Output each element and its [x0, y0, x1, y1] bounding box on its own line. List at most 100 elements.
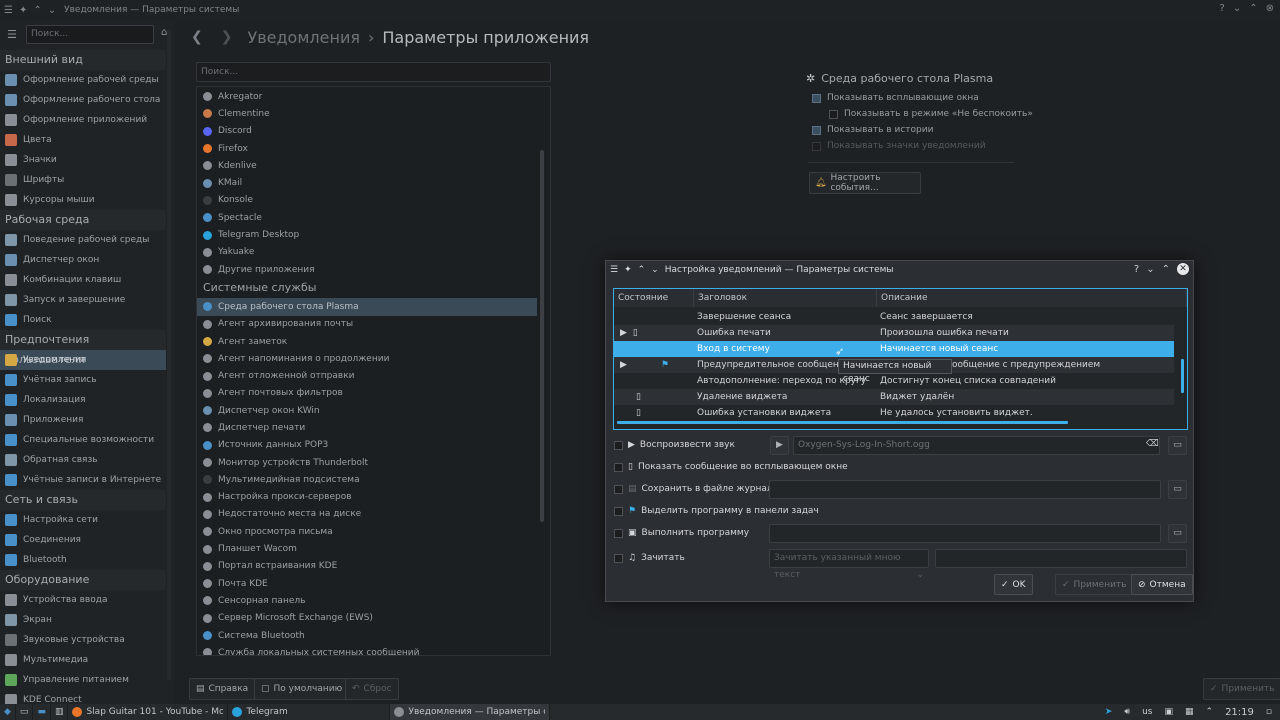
col-title[interactable]: Заголовок: [694, 289, 877, 307]
table-row[interactable]: Завершение сеанса Сеанс завершается: [614, 309, 1174, 325]
hamburger-menu-icon[interactable]: ☰: [7, 28, 17, 41]
col-description[interactable]: Описание: [877, 289, 1187, 307]
log-file-option[interactable]: ▤ Сохранить в файле журнала: [614, 479, 778, 499]
table-vscroll[interactable]: [1181, 359, 1184, 393]
sidebar-item[interactable]: Комбинации клавиш: [0, 270, 166, 290]
volume-tray-icon[interactable]: 🔊︎: [1124, 707, 1130, 717]
app-list-item[interactable]: Источник данных POP3: [197, 437, 537, 454]
sidebar-item[interactable]: Диспетчер окон: [0, 250, 166, 270]
app-list-item[interactable]: Агент напоминания о продолжении: [197, 350, 537, 367]
sidebar-item[interactable]: Специальные возможности: [0, 430, 166, 450]
app-list-item[interactable]: Сенсорная панель: [197, 592, 537, 609]
app-list-item[interactable]: Планшет Wacom: [197, 540, 537, 557]
app-list-item[interactable]: Настройка прокси-серверов: [197, 489, 537, 506]
sidebar-search-input[interactable]: Поиск...: [26, 25, 154, 44]
breadcrumb-notifications[interactable]: Уведомления: [247, 28, 360, 47]
sidebar-item[interactable]: Соединения: [0, 530, 166, 550]
ok-button[interactable]: ✓ OK: [994, 574, 1033, 595]
taskbar-task[interactable]: Уведомления — Параметры си...: [390, 704, 551, 720]
log-file-box[interactable]: [614, 484, 623, 494]
maximize-icon[interactable]: ⌃: [1249, 3, 1257, 14]
sound-browse-button[interactable]: ▭: [1168, 436, 1187, 455]
run-browse-button[interactable]: ▭: [1168, 524, 1187, 543]
dialog-pin-icon[interactable]: ✦: [624, 265, 632, 275]
dialog-menu-icon[interactable]: ☰: [610, 265, 618, 275]
app-list-item[interactable]: Монитор устройств Thunderbolt: [197, 454, 537, 471]
show-dnd-checkbox[interactable]: Показывать в режиме «Не беспокоить»: [829, 106, 1036, 122]
app-list-item[interactable]: Система Bluetooth: [197, 627, 537, 644]
app-list-item[interactable]: Диспетчер печати: [197, 419, 537, 436]
show-desktop-icon[interactable]: ▫: [1266, 707, 1272, 717]
table-row[interactable]: Вход в систему Начинается новый сеанс: [614, 341, 1174, 357]
keep-below-icon[interactable]: ⌄: [48, 5, 56, 16]
sidebar-scrollbar[interactable]: [167, 30, 171, 680]
clipboard-tray-icon[interactable]: ▣: [1164, 707, 1173, 717]
speak-option[interactable]: ♫ Зачитать: [614, 548, 685, 568]
sidebar-item[interactable]: Учётная запись: [0, 370, 166, 390]
speak-mode-select[interactable]: Зачитать указанный мною текст ⌄: [769, 549, 929, 580]
configure-events-button[interactable]: 🔔︎ Настроить события...: [809, 172, 921, 194]
app-list-item[interactable]: Akregator: [197, 88, 537, 105]
run-program-box[interactable]: [614, 528, 623, 538]
app-list-item[interactable]: Почта KDE: [197, 575, 537, 592]
app-list-item[interactable]: Discord: [197, 123, 537, 140]
app-menu-icon[interactable]: ☰: [4, 5, 13, 16]
sidebar-item[interactable]: Значки: [0, 150, 166, 170]
app-list-scrollbar[interactable]: [540, 150, 544, 522]
app-list-item[interactable]: KMail: [197, 174, 537, 191]
sidebar-item[interactable]: Оформление приложений: [0, 110, 166, 130]
speak-text-input[interactable]: [935, 549, 1187, 568]
taskbar-task[interactable]: Telegram: [228, 704, 391, 720]
app-list-item[interactable]: Telegram Desktop: [197, 226, 537, 243]
app-list-item[interactable]: Другие приложения: [197, 261, 537, 278]
sidebar-item[interactable]: Цвета: [0, 130, 166, 150]
sidebar-item[interactable]: Экран: [0, 610, 166, 630]
sidebar-item[interactable]: Приложения: [0, 410, 166, 430]
dialog-above-icon[interactable]: ⌃: [638, 265, 646, 275]
app-list-item[interactable]: Портал встраивания KDE: [197, 558, 537, 575]
help-button[interactable]: ▤ Справка: [189, 678, 256, 700]
table-row[interactable]: Автодополнение: переход по кругу Достигну…: [614, 373, 1174, 389]
launcher-icon[interactable]: ◆: [0, 704, 16, 720]
app-list-item[interactable]: Служба локальных системных сообщений: [197, 644, 537, 655]
highlight-taskbar-option[interactable]: ⚑ Выделить программу в панели задач: [614, 501, 819, 521]
show-history-checkbox[interactable]: Показывать в истории: [812, 122, 1036, 138]
desktop-icon[interactable]: ▭: [16, 704, 34, 720]
sidebar-item[interactable]: Оформление рабочего стола: [0, 90, 166, 110]
app-list-item[interactable]: Недостаточно места на диске: [197, 506, 537, 523]
speak-box[interactable]: [614, 553, 623, 563]
play-sound-box[interactable]: [614, 440, 623, 450]
sidebar-item[interactable]: Шрифты: [0, 170, 166, 190]
app-list-item[interactable]: Сервер Microsoft Exchange (EWS): [197, 610, 537, 627]
play-sound-option[interactable]: ▶ Воспроизвести звук: [614, 435, 735, 455]
app-list-item[interactable]: Yakuake: [197, 244, 537, 261]
table-hscroll[interactable]: [617, 421, 1068, 424]
app-list-item[interactable]: Мультимедийная подсистема: [197, 471, 537, 488]
keyboard-layout[interactable]: us: [1142, 707, 1152, 717]
tray-expand-icon[interactable]: ⌃: [1206, 707, 1214, 717]
app-list-item[interactable]: Окно просмотра письма: [197, 523, 537, 540]
app-list-item[interactable]: Spectacle: [197, 209, 537, 226]
sidebar-item[interactable]: Курсоры мыши: [0, 190, 166, 210]
log-browse-button[interactable]: ▭: [1168, 480, 1187, 499]
minimize-icon[interactable]: ⌄: [1233, 3, 1241, 14]
help-icon[interactable]: ?: [1220, 3, 1225, 14]
app-list-item[interactable]: Kdenlive: [197, 157, 537, 174]
network-tray-icon[interactable]: ▦: [1185, 707, 1194, 717]
app-list-item[interactable]: Агент отложенной отправки: [197, 367, 537, 384]
telegram-tray-icon[interactable]: ➤: [1105, 707, 1113, 717]
dialog-maximize-icon[interactable]: ⌃: [1162, 264, 1170, 275]
run-program-input[interactable]: [769, 524, 1161, 543]
play-test-button[interactable]: ▶: [770, 436, 789, 455]
table-row[interactable]: ▶ ▯ Ошибка печати Произошла ошибка печати: [614, 325, 1174, 341]
show-popup-box[interactable]: [614, 462, 623, 472]
app-list-item[interactable]: Konsole: [197, 192, 537, 209]
app-list-item[interactable]: Firefox: [197, 140, 537, 157]
highlight-taskbar-box[interactable]: [614, 506, 623, 516]
app-list-item[interactable]: Диспетчер окон KWin: [197, 402, 537, 419]
app-list-item[interactable]: Clementine: [197, 105, 537, 122]
clock[interactable]: 21:19: [1225, 707, 1254, 718]
app-list-item[interactable]: Агент архивирования почты: [197, 316, 537, 333]
files2-icon[interactable]: ▥: [51, 704, 69, 720]
col-state[interactable]: Состояние: [614, 289, 694, 307]
